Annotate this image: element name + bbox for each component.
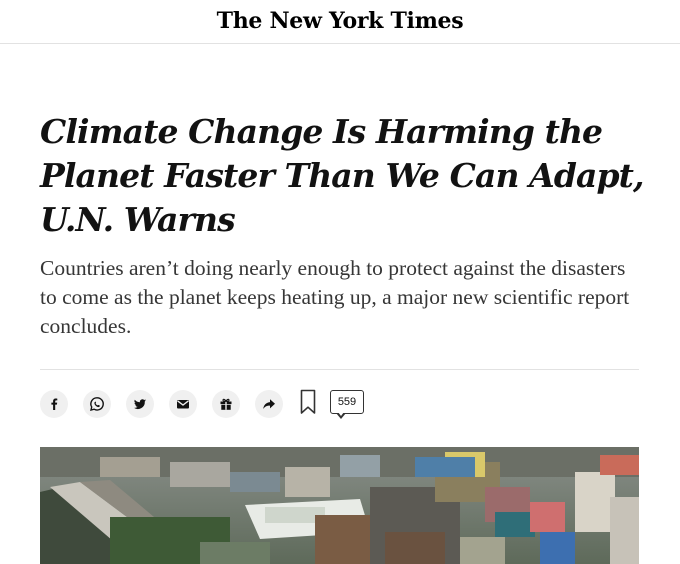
share-toolbar: 559 <box>40 387 364 421</box>
whatsapp-icon <box>89 396 105 412</box>
article-headline: Climate Change Is Harming the Planet Fas… <box>40 112 645 239</box>
facebook-icon <box>47 397 61 411</box>
facebook-share-button[interactable] <box>40 390 68 418</box>
comment-count: 559 <box>337 396 357 408</box>
share-icon <box>262 397 276 411</box>
gift-article-button[interactable] <box>212 390 240 418</box>
comments-button[interactable]: 559 <box>330 390 364 419</box>
email-share-button[interactable] <box>169 390 197 418</box>
lead-photo <box>40 447 639 564</box>
email-icon <box>176 398 190 410</box>
twitter-share-button[interactable] <box>126 390 154 418</box>
article-summary: Countries aren’t doing nearly enough to … <box>40 256 630 338</box>
speech-bubble-tail <box>336 411 346 419</box>
divider <box>40 369 639 370</box>
gift-icon <box>219 397 233 411</box>
bookmark-icon <box>300 389 316 419</box>
masthead: The New York Times <box>0 0 680 44</box>
save-article-button[interactable] <box>300 389 316 419</box>
twitter-icon <box>133 397 147 411</box>
whatsapp-share-button[interactable] <box>83 390 111 418</box>
more-share-button[interactable] <box>255 390 283 418</box>
nyt-logo[interactable]: The New York Times <box>217 8 464 34</box>
